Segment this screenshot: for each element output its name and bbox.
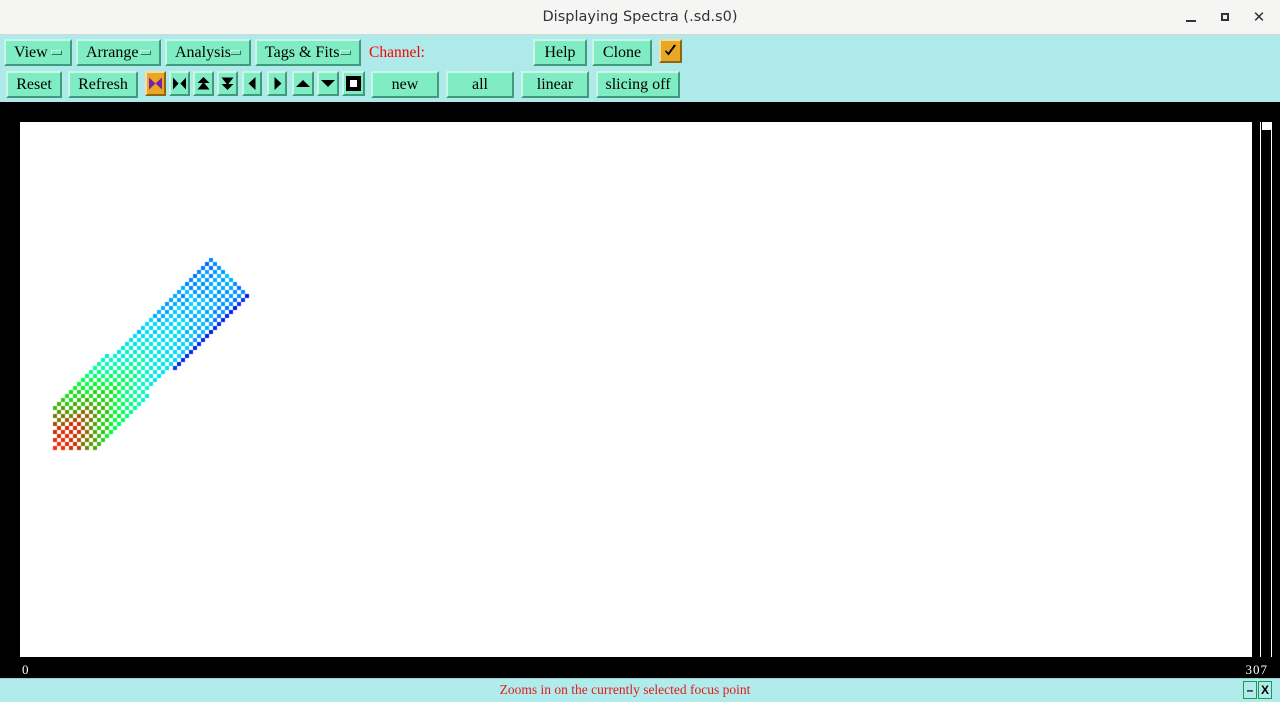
- scaling-mode-button[interactable]: slicing off: [596, 71, 680, 98]
- menu-view-label: View: [14, 43, 48, 61]
- close-button[interactable]: ✕: [1244, 2, 1274, 32]
- x-axis-min-label: 0: [22, 662, 30, 677]
- plot-canvas[interactable]: [20, 122, 1252, 657]
- vertical-scrollbar[interactable]: [1260, 122, 1272, 657]
- all-button-label: all: [472, 75, 488, 93]
- chevron-down-icon: [230, 49, 241, 55]
- clone-button[interactable]: Clone: [592, 39, 652, 66]
- reset-button-label: Reset: [16, 75, 52, 93]
- new-button-label: new: [391, 75, 419, 93]
- toolbar-row-controls: Reset Refresh new all linear slicing off: [0, 68, 1280, 102]
- chevron-down-icon: [51, 49, 62, 55]
- pan-left-icon: [248, 77, 255, 90]
- reset-button[interactable]: Reset: [6, 71, 62, 98]
- shrink-vertical-icon: [221, 77, 234, 90]
- chevron-down-icon: [140, 49, 151, 55]
- zoom-box-icon: [346, 76, 361, 91]
- status-bar: Zooms in on the currently selected focus…: [0, 678, 1280, 702]
- scaling-mode-label: slicing off: [605, 75, 671, 93]
- expand-vertical-icon: [197, 77, 210, 90]
- expand-horizontal-icon: [149, 77, 162, 90]
- channel-label: Channel:: [369, 44, 425, 61]
- spectrum-heatmap[interactable]: [20, 122, 1252, 657]
- menu-tags-and-fits[interactable]: Tags & Fits: [255, 39, 361, 66]
- close-icon: ✕: [1252, 7, 1266, 26]
- pan-left-icon-button[interactable]: [242, 71, 262, 96]
- minimize-icon: [1186, 19, 1196, 22]
- pan-right-icon-button[interactable]: [267, 71, 287, 96]
- auto-update-checkbox[interactable]: [659, 39, 682, 63]
- menu-arrange-label: Arrange: [86, 43, 139, 61]
- shrink-horizontal-icon-button[interactable]: [169, 71, 190, 96]
- window-controls: ✕: [1176, 0, 1274, 34]
- pan-down-icon-button[interactable]: [317, 71, 339, 96]
- window-title: Displaying Spectra (.sd.s0): [542, 9, 738, 25]
- all-button[interactable]: all: [446, 71, 514, 98]
- menu-analysis[interactable]: Analysis: [165, 39, 251, 66]
- title-bar: Displaying Spectra (.sd.s0) ✕: [0, 0, 1280, 35]
- expand-vertical-icon-button[interactable]: [193, 71, 214, 96]
- help-button[interactable]: Help: [533, 39, 587, 66]
- help-button-label: Help: [544, 43, 576, 61]
- vertical-scrollbar-thumb[interactable]: [1262, 122, 1271, 130]
- application-window: Displaying Spectra (.sd.s0) ✕ View Arran…: [0, 0, 1280, 702]
- shrink-vertical-icon-button[interactable]: [217, 71, 238, 96]
- zoom-box-icon-button[interactable]: [342, 71, 365, 96]
- menu-arrange[interactable]: Arrange: [76, 39, 161, 66]
- maximize-icon: [1221, 13, 1229, 21]
- new-button[interactable]: new: [371, 71, 439, 98]
- status-message: Zooms in on the currently selected focus…: [499, 682, 751, 697]
- pan-up-icon: [296, 80, 310, 87]
- toolbar-row-menus: View Arrange Analysis Tags & Fits Channe…: [0, 35, 1280, 97]
- status-close-button[interactable]: X: [1258, 681, 1272, 699]
- status-minimize-button[interactable]: –: [1243, 681, 1257, 699]
- clone-button-label: Clone: [602, 43, 642, 61]
- pan-down-icon: [321, 80, 335, 87]
- expand-horizontal-icon-button[interactable]: [145, 71, 166, 96]
- refresh-button[interactable]: Refresh: [68, 71, 138, 98]
- status-window-controls: – X: [1243, 681, 1272, 699]
- minimize-button[interactable]: [1176, 2, 1206, 32]
- plot-frame: [0, 102, 1280, 662]
- shrink-horizontal-icon: [173, 77, 186, 90]
- menu-view[interactable]: View: [4, 39, 72, 66]
- refresh-button-label: Refresh: [78, 75, 128, 93]
- maximize-button[interactable]: [1210, 2, 1240, 32]
- pan-up-icon-button[interactable]: [292, 71, 314, 96]
- linear-button[interactable]: linear: [521, 71, 589, 98]
- menu-tags-and-fits-label: Tags & Fits: [265, 43, 340, 61]
- checkmark-icon: [665, 44, 676, 55]
- menu-analysis-label: Analysis: [175, 43, 231, 61]
- pan-right-icon: [274, 77, 281, 90]
- x-axis-max-label: 307: [1245, 662, 1268, 677]
- chevron-down-icon: [340, 49, 351, 55]
- linear-button-label: linear: [536, 75, 574, 93]
- x-axis-bar: 0 307: [0, 662, 1280, 678]
